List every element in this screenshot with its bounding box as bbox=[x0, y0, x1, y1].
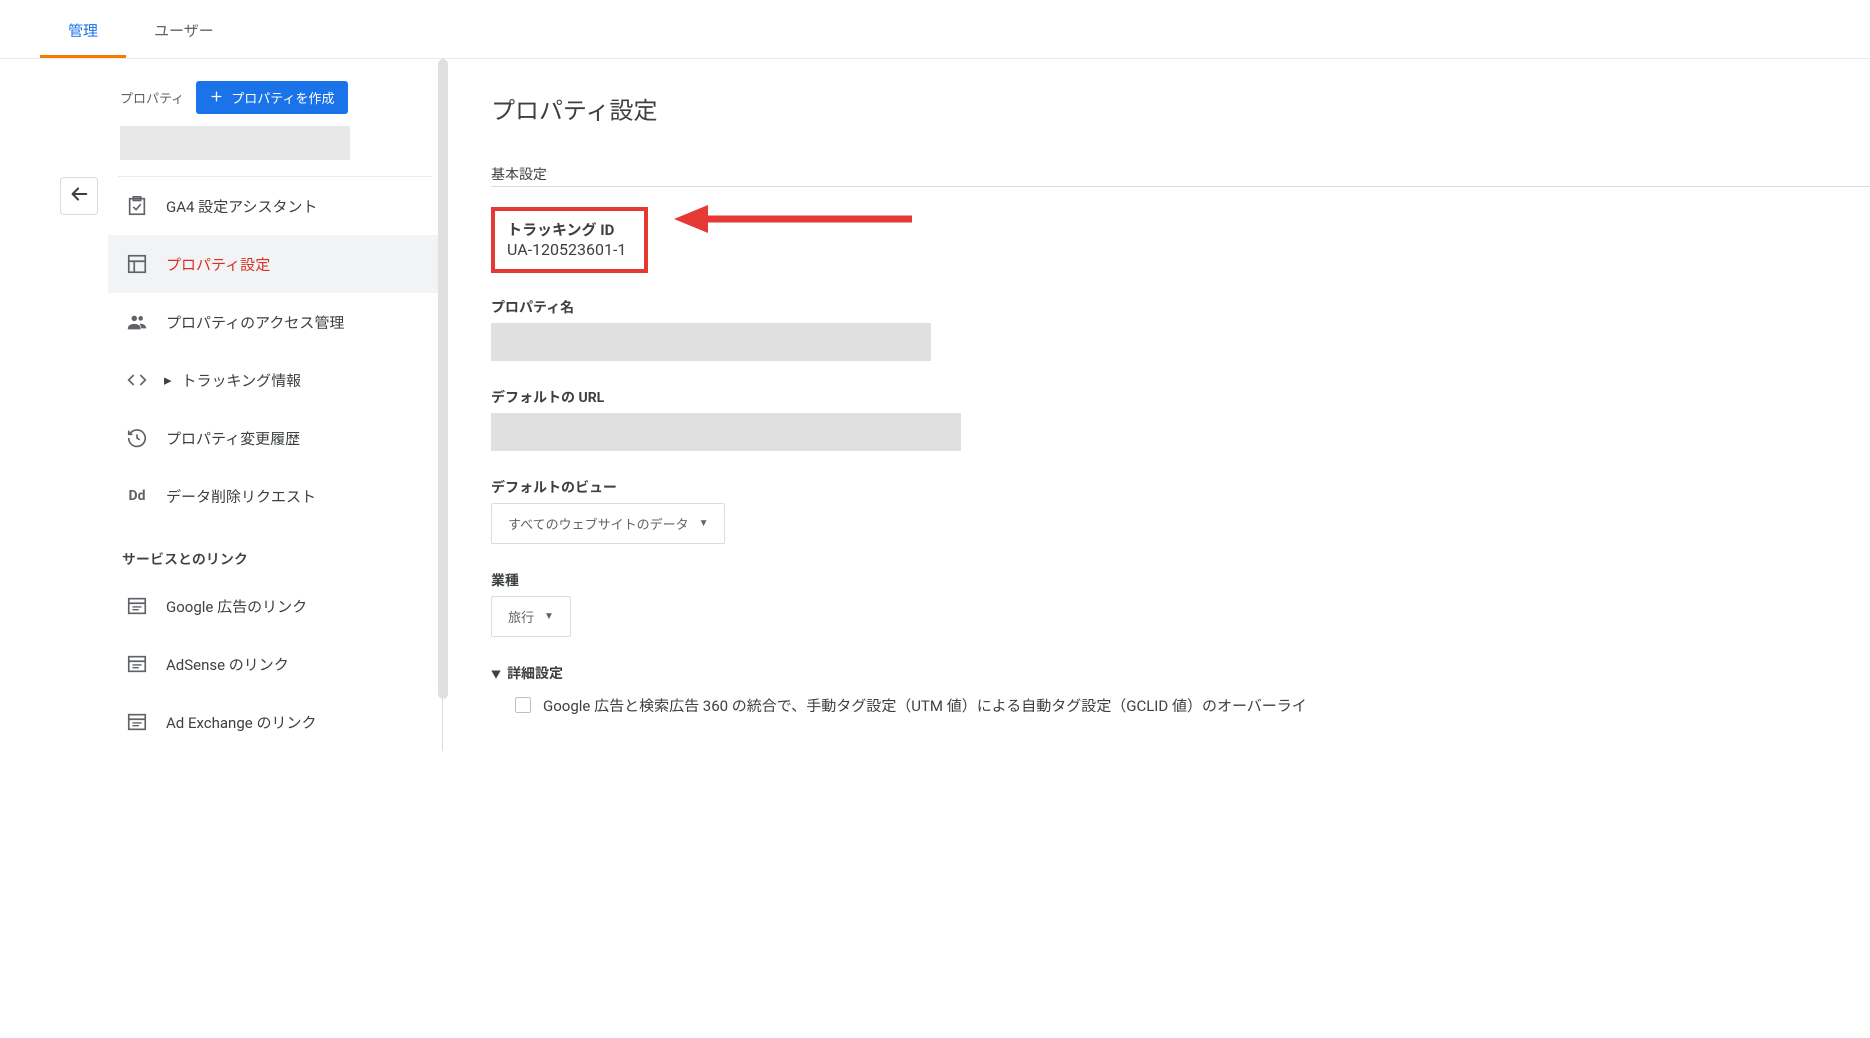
document-icon bbox=[126, 595, 148, 617]
industry-dropdown[interactable]: 旅行 ▼ bbox=[491, 596, 571, 637]
caret-down-icon: ▼ bbox=[699, 518, 709, 529]
tab-user[interactable]: ユーザー bbox=[126, 0, 242, 58]
nav-label: プロパティのアクセス管理 bbox=[166, 312, 344, 333]
default-url-label: デフォルトの URL bbox=[491, 387, 1870, 407]
nav-label: AdSense のリンク bbox=[166, 654, 289, 675]
advanced-settings-toggle[interactable]: ▼ 詳細設定 bbox=[491, 663, 1870, 683]
checkbox-label: Google 広告と検索広告 360 の統合で、手動タグ設定（UTM 値）による… bbox=[543, 695, 1307, 716]
default-url-input[interactable] bbox=[491, 413, 961, 451]
code-icon bbox=[126, 369, 148, 391]
checkbox[interactable] bbox=[515, 697, 531, 713]
basic-settings-section-label: 基本設定 bbox=[491, 164, 1870, 187]
history-icon bbox=[126, 427, 148, 449]
property-label: プロパティ bbox=[120, 88, 184, 107]
default-view-label: デフォルトのビュー bbox=[491, 477, 1870, 497]
nav-data-deletion[interactable]: Dd データ削除リクエスト bbox=[108, 467, 442, 525]
tracking-id-value: UA-120523601-1 bbox=[507, 240, 626, 259]
nav-label: データ削除リクエスト bbox=[166, 486, 316, 507]
layout-icon bbox=[126, 253, 148, 275]
tab-admin[interactable]: 管理 bbox=[40, 0, 126, 58]
nav-ga4-assistant[interactable]: GA4 設定アシスタント bbox=[108, 177, 442, 235]
create-property-label: プロパティを作成 bbox=[231, 88, 334, 107]
create-property-button[interactable]: プロパティを作成 bbox=[196, 81, 348, 114]
document-icon bbox=[126, 653, 148, 675]
nav-label: プロパティ設定 bbox=[166, 254, 270, 275]
scrollbar[interactable] bbox=[438, 59, 448, 699]
page-title: プロパティ設定 bbox=[491, 91, 1870, 126]
back-button[interactable] bbox=[60, 177, 98, 215]
section-links-header: サービスとのリンク bbox=[108, 525, 442, 577]
property-name-label: プロパティ名 bbox=[491, 297, 1870, 317]
clipboard-check-icon bbox=[126, 195, 148, 217]
nav-google-ads-link[interactable]: Google 広告のリンク bbox=[108, 577, 442, 635]
default-view-dropdown[interactable]: すべてのウェブサイトのデータ ▼ bbox=[491, 503, 725, 544]
arrow-left-icon bbox=[68, 183, 90, 209]
expand-caret-icon: ▸ bbox=[164, 371, 172, 389]
nav-label: Google 広告のリンク bbox=[166, 596, 307, 617]
nav-label: GA4 設定アシスタント bbox=[166, 196, 318, 217]
dd-icon: Dd bbox=[126, 485, 148, 507]
nav-label: トラッキング情報 bbox=[182, 370, 302, 391]
nav-adsense-link[interactable]: AdSense のリンク bbox=[108, 635, 442, 693]
nav-change-history[interactable]: プロパティ変更履歴 bbox=[108, 409, 442, 467]
caret-down-icon: ▼ bbox=[491, 666, 501, 681]
people-icon bbox=[126, 311, 148, 333]
tracking-id-label: トラッキング ID bbox=[507, 219, 626, 240]
nav-label: プロパティ変更履歴 bbox=[166, 428, 300, 449]
sidebar: プロパティ プロパティを作成 GA4 設定アシスタント bbox=[108, 59, 443, 751]
nav-tracking-info[interactable]: ▸ トラッキング情報 bbox=[108, 351, 442, 409]
industry-value: 旅行 bbox=[508, 607, 534, 626]
tracking-id-box: トラッキング ID UA-120523601-1 bbox=[491, 207, 648, 273]
property-selector[interactable] bbox=[120, 126, 350, 160]
nav-ad-exchange-link[interactable]: Ad Exchange のリンク bbox=[108, 693, 442, 751]
industry-label: 業種 bbox=[491, 570, 1870, 590]
nav-access-management[interactable]: プロパティのアクセス管理 bbox=[108, 293, 442, 351]
nav-label: Ad Exchange のリンク bbox=[166, 712, 316, 733]
advanced-settings-label: 詳細設定 bbox=[507, 663, 563, 683]
main-content: プロパティ設定 基本設定 トラッキング ID UA-120523601-1 プロ… bbox=[443, 59, 1870, 751]
nav-property-settings[interactable]: プロパティ設定 bbox=[108, 235, 442, 293]
property-name-input[interactable] bbox=[491, 323, 931, 361]
document-icon bbox=[126, 711, 148, 733]
checkbox-row-override[interactable]: Google 広告と検索広告 360 の統合で、手動タグ設定（UTM 値）による… bbox=[515, 695, 1870, 716]
caret-down-icon: ▼ bbox=[544, 611, 554, 622]
top-tabs: 管理 ユーザー bbox=[0, 0, 1870, 59]
default-view-value: すべてのウェブサイトのデータ bbox=[508, 514, 689, 533]
plus-icon bbox=[210, 90, 223, 106]
annotation-arrow-icon bbox=[674, 201, 914, 237]
